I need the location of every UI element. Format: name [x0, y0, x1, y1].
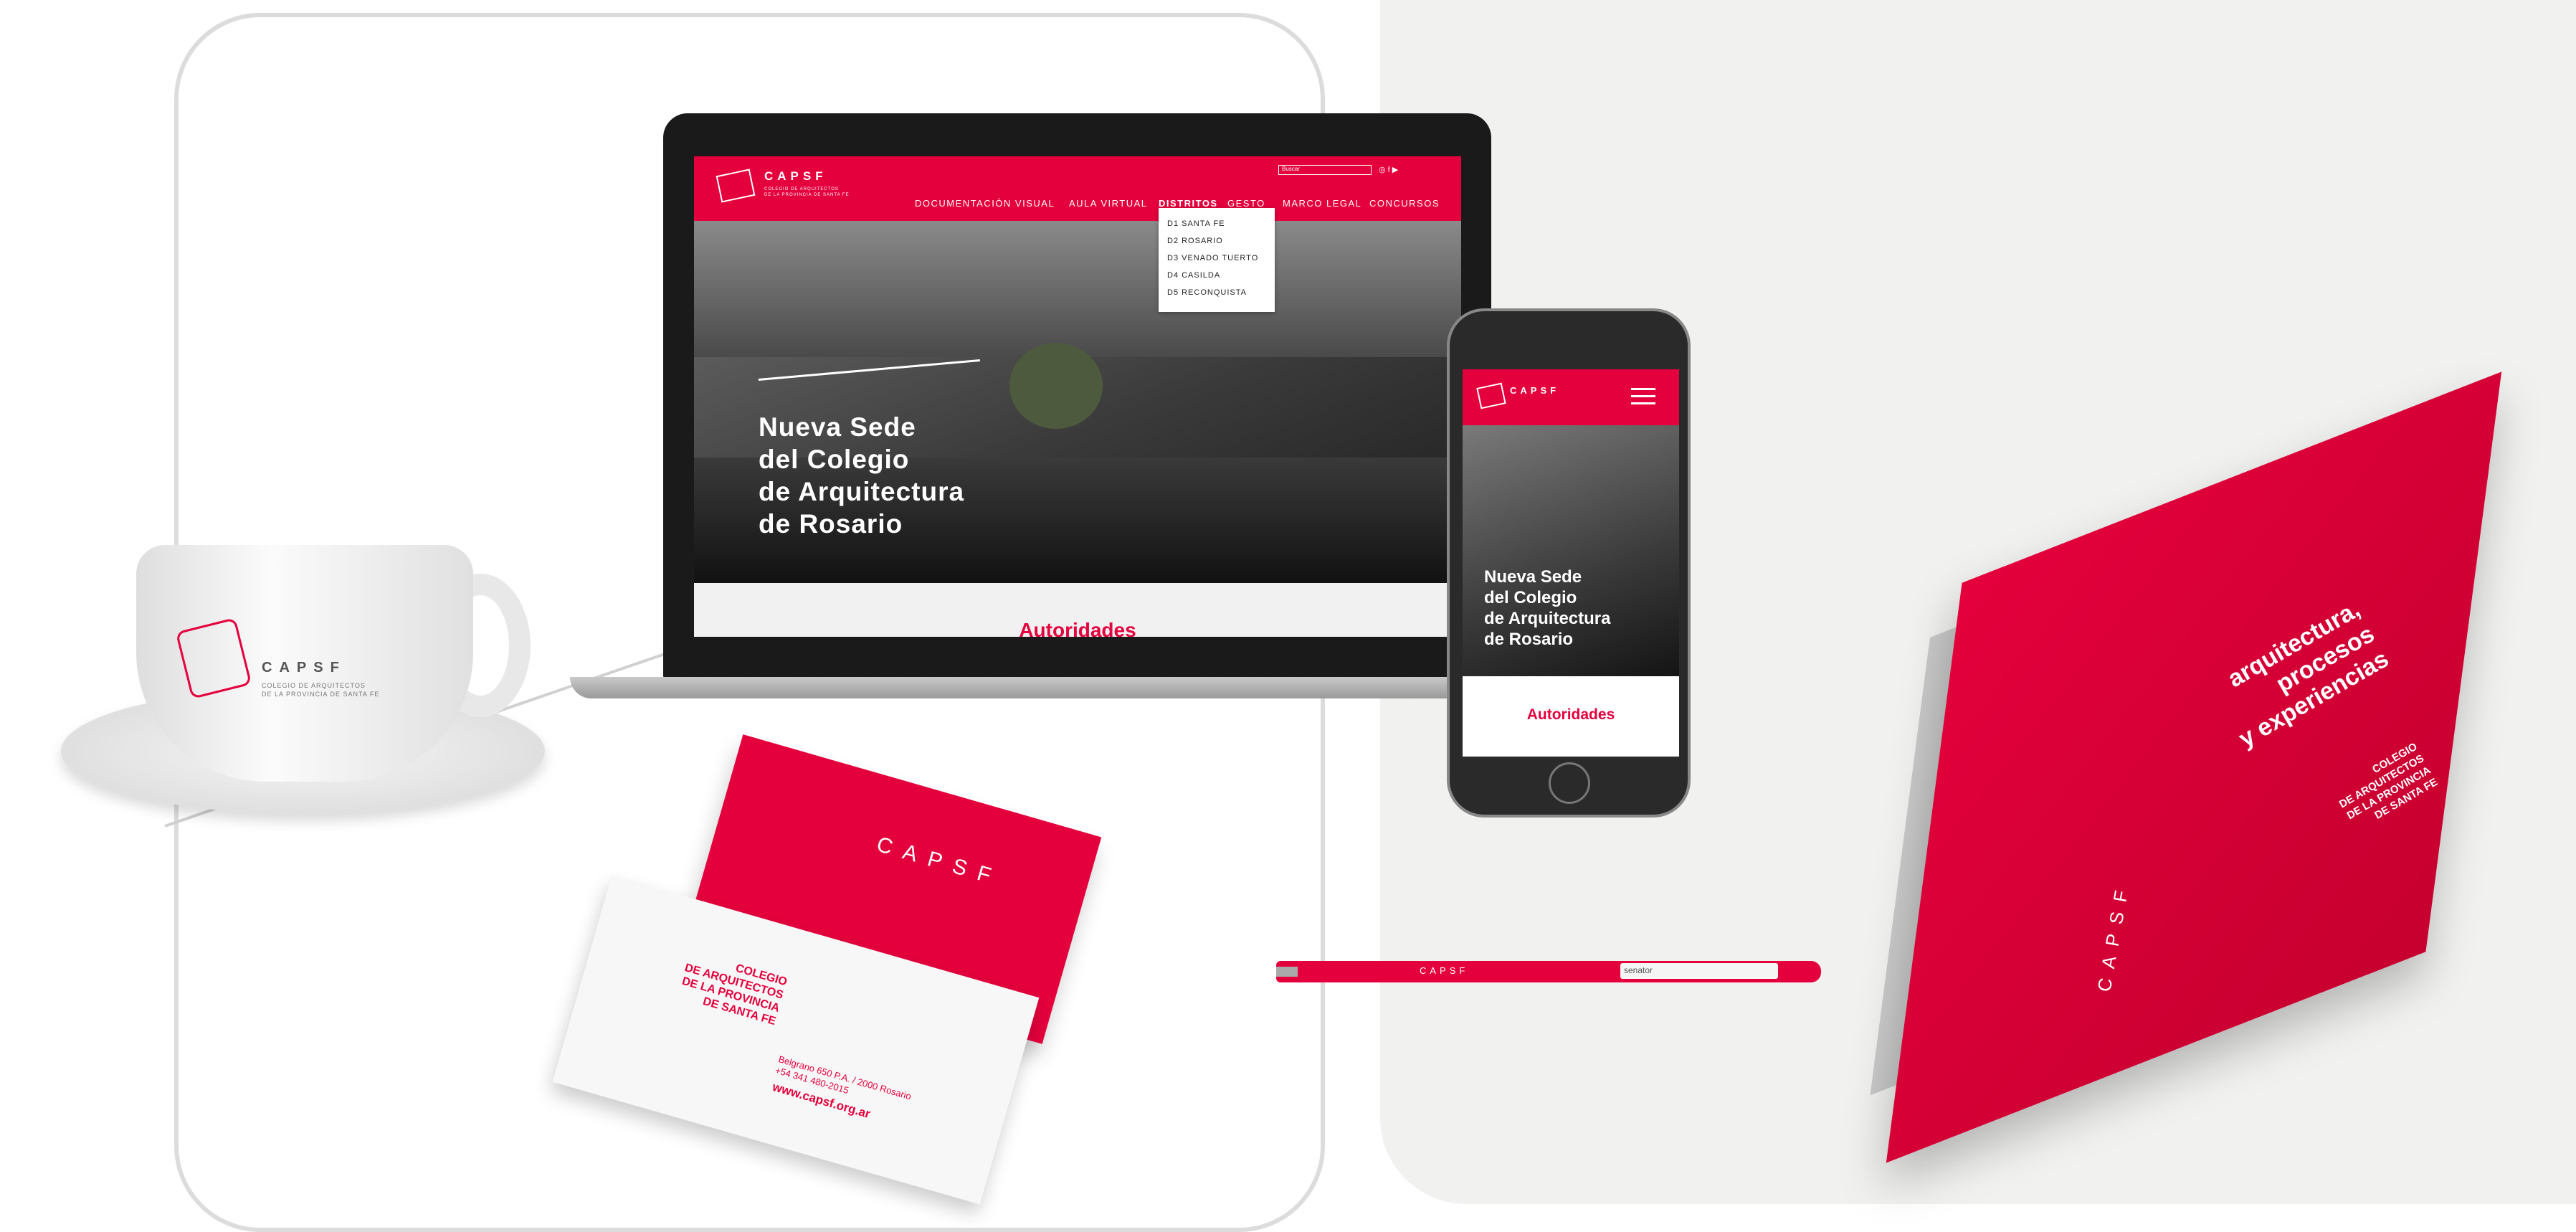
district-item[interactable]: D2 ROSARIO [1167, 237, 1223, 245]
district-item[interactable]: D3 VENADO TUERTO [1167, 254, 1258, 262]
district-item[interactable]: D1 SANTA FE [1167, 219, 1225, 228]
cup-brand: CAPSF [262, 660, 346, 676]
capsf-logo-icon[interactable] [716, 169, 756, 203]
laptop-screen: CAPSF COLEGIO DE ARQUITECTOS DE LA PROVI… [694, 156, 1461, 637]
hamburger-icon[interactable] [1631, 395, 1655, 397]
home-button[interactable] [1549, 762, 1590, 804]
phone-hero-title: Nueva Sede del Colegio de Arquitectura d… [1484, 567, 1611, 649]
nav-aula-virtual[interactable]: AULA VIRTUAL [1069, 198, 1148, 209]
phone-section-title[interactable]: Autoridades [1463, 706, 1679, 724]
phone-screen: CAPSF Nueva Sede del Colegio de Arquitec… [1463, 369, 1679, 757]
nav-marco-legal[interactable]: MARCO LEGAL [1283, 198, 1361, 209]
hero-tree [1009, 343, 1103, 429]
district-item[interactable]: D4 CASILDA [1167, 271, 1220, 280]
hero-title: Nueva Sede del Colegio de Arquitectura d… [759, 412, 965, 539]
capsf-logo-icon[interactable] [1476, 382, 1506, 409]
site-brand: CAPSF [764, 169, 827, 183]
section-title[interactable]: Autoridades [694, 619, 1461, 637]
hero-ceiling [694, 221, 1461, 357]
nav-concursos[interactable]: CONCURSOS [1369, 198, 1440, 209]
hamburger-icon[interactable] [1631, 402, 1655, 404]
site-header: CAPSF COLEGIO DE ARQUITECTOS DE LA PROVI… [694, 156, 1461, 312]
pen-maker: senator [1624, 965, 1653, 975]
laptop-base [570, 677, 1595, 698]
social-icons[interactable]: ◎ f ▶ [1379, 165, 1398, 174]
site-brand-sub: COLEGIO DE ARQUITECTOS DE LA PROVINCIA D… [764, 187, 850, 197]
search-input[interactable]: Buscar [1278, 165, 1372, 175]
districts-dropdown: D1 SANTA FE D2 ROSARIO D3 VENADO TUERTO … [1159, 208, 1275, 312]
phone-header: CAPSF [1463, 369, 1679, 425]
nav-gesto[interactable]: GESTO [1227, 198, 1265, 209]
pen-brand: CAPSF [1420, 965, 1469, 976]
district-item[interactable]: D5 RECONQUISTA [1167, 288, 1247, 297]
cup-sub: COLEGIO DE ARQUITECTOS DE LA PROVINCIA D… [262, 682, 380, 698]
nav-documentacion[interactable]: DOCUMENTACIÓN VISUAL [915, 198, 1055, 209]
phone-brand: CAPSF [1510, 385, 1560, 396]
nav-distritos[interactable]: DISTRITOS [1159, 198, 1218, 209]
pen-tip [1276, 967, 1298, 977]
hamburger-icon[interactable] [1631, 388, 1655, 390]
